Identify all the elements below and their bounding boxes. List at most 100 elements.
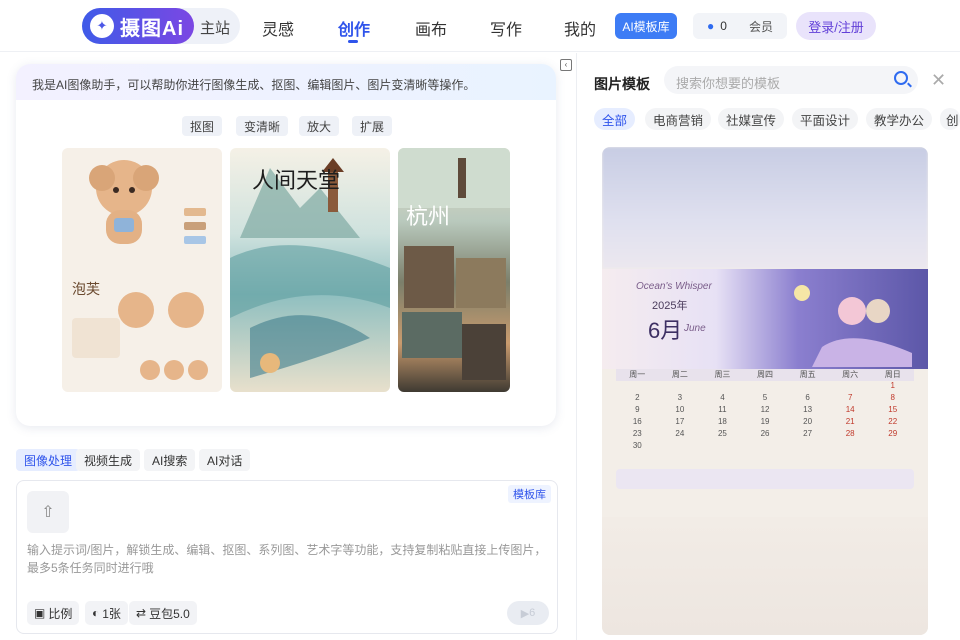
quick-action-expand[interactable]: 扩展: [352, 116, 393, 136]
nav-item-inspiration[interactable]: 灵感: [262, 16, 294, 40]
weekday-label: 周三: [714, 370, 731, 379]
sample-image-landscape[interactable]: 人间天堂: [230, 148, 390, 392]
quick-action-upscale[interactable]: 放大: [299, 116, 340, 136]
category-all[interactable]: 全部: [594, 108, 636, 130]
calendar-day: 14: [845, 405, 855, 414]
category-ecommerce[interactable]: 电商营销: [645, 108, 712, 130]
mermaid-illustration: [794, 285, 912, 367]
sample-image-poodle[interactable]: 泡芙: [62, 148, 222, 392]
category-social-media[interactable]: 社媒宣传: [718, 108, 785, 130]
calendar-day: [659, 441, 702, 453]
calendar-day: [744, 381, 787, 393]
send-button[interactable]: ▶ 6: [507, 601, 549, 625]
calendar-footer: [616, 469, 914, 489]
count-label: 1张: [102, 606, 121, 621]
prompt-composer[interactable]: 模板库 ⇧ 输入提示词/图片，解锁生成、编辑、抠图、系列图、艺术字等功能，支持复…: [16, 480, 558, 634]
weekday-label: 周日: [884, 370, 901, 379]
calendar-day: 1: [890, 381, 895, 390]
calendar-day: 8: [890, 393, 895, 402]
calendar-day: 19: [760, 417, 770, 426]
template-search-input[interactable]: 搜索你想要的模板: [664, 66, 918, 94]
calendar-week-row: 9 10 11 12 13 14 15: [616, 405, 914, 417]
nav-item-create[interactable]: 创作: [338, 16, 370, 40]
quick-action-cutout[interactable]: 抠图: [182, 116, 223, 136]
nav-item-writing[interactable]: 写作: [490, 16, 522, 40]
quick-action-enhance[interactable]: 变清晰: [236, 116, 289, 136]
home-link[interactable]: 主站: [200, 17, 230, 38]
calendar-day: [829, 441, 872, 453]
calendar-day: [701, 441, 744, 453]
active-nav-indicator: [348, 40, 358, 43]
weekday-label: 周四: [757, 370, 774, 379]
calendar-day: 18: [717, 417, 727, 426]
calendar-day: [829, 381, 872, 393]
send-icon: ▶: [520, 607, 530, 620]
collapse-panel-icon[interactable]: ‹: [560, 59, 572, 71]
swap-icon: ⇄: [136, 606, 147, 620]
logo-icon: ✦: [90, 14, 114, 38]
logo-text: 摄图Ai: [120, 17, 184, 40]
city-collage: 杭州: [398, 148, 510, 380]
login-register-button[interactable]: 登录/注册: [796, 12, 876, 40]
close-icon[interactable]: ✕: [931, 70, 946, 91]
template-card-calendar[interactable]: Ocean's Whisper 2025年 6月 June 周一 周二 周三 周…: [602, 147, 928, 635]
tab-ai-chat[interactable]: AI对话: [199, 449, 251, 471]
calendar-day: [786, 441, 829, 453]
calendar-weeks: 1 2 3 4 5 6 7 8 9 10 11 12 13 14 15 16 17 18 19 20 21 22 23 24 2…: [616, 381, 914, 453]
vip-label: 会员: [748, 19, 773, 34]
prompt-input[interactable]: 输入提示词/图片，解锁生成、编辑、抠图、系列图、艺术字等功能，支持复制粘贴直接上…: [27, 541, 551, 577]
ai-template-library-button[interactable]: AI模板库: [615, 13, 677, 39]
upload-button[interactable]: ⇧: [27, 491, 69, 533]
model-button[interactable]: ⇄ 豆包5.0: [129, 601, 197, 625]
calendar-day: 16: [632, 417, 642, 426]
tab-video-generation[interactable]: 视频生成: [76, 449, 141, 471]
calendar-day: 22: [888, 417, 898, 426]
calendar-day: [871, 441, 914, 453]
assistant-intro: 我是AI图像助手，可以帮助你进行图像生成、抠图、编辑图片、图片变清晰等操作。: [16, 64, 556, 100]
panel-divider: [576, 53, 577, 640]
calendar-day: 17: [675, 417, 685, 426]
calendar-month: 6月: [648, 318, 683, 343]
count-button[interactable]: ◐ 1张: [85, 601, 128, 625]
tab-ai-search[interactable]: AI搜索: [144, 449, 196, 471]
tab-image-processing[interactable]: 图像处理: [16, 449, 81, 471]
calendar-hero: Ocean's Whisper 2025年 6月 June: [602, 269, 928, 369]
calendar-day: 11: [718, 405, 727, 414]
calendar-day: 24: [675, 429, 685, 438]
points-and-vip[interactable]: ● 0 会员: [693, 13, 787, 39]
ratio-button[interactable]: ▣ 比例: [27, 601, 80, 625]
calendar-year: 2025年: [652, 300, 688, 312]
category-teaching-office[interactable]: 教学办公: [866, 108, 933, 130]
calendar-day: 12: [760, 405, 770, 414]
weekday-label: 周二: [671, 370, 688, 379]
assistant-card: 我是AI图像助手，可以帮助你进行图像生成、抠图、编辑图片、图片变清晰等操作。 抠…: [16, 64, 556, 426]
poodle-illustration: 泡芙: [72, 160, 208, 380]
category-graphic-design[interactable]: 平面设计: [792, 108, 859, 130]
category-more[interactable]: 创: [940, 108, 960, 130]
weekday-label: 周一: [629, 370, 646, 379]
template-library-link[interactable]: 模板库: [508, 485, 551, 503]
logo[interactable]: ✦ 摄图Ai: [82, 8, 194, 44]
calendar-day: [744, 441, 787, 453]
model-label: 豆包5.0: [149, 606, 190, 621]
calendar-day: 2: [635, 393, 640, 402]
points-value: 0: [720, 19, 727, 33]
logo-group: ✦ 摄图Ai 主站: [82, 8, 240, 44]
upload-icon: ⇧: [41, 504, 55, 521]
calendar-day: 3: [677, 393, 683, 402]
template-card-blur-bottom: [602, 517, 928, 635]
calendar-day: 5: [762, 393, 768, 402]
count-icon: ◐: [92, 606, 100, 620]
nav-item-canvas[interactable]: 画布: [415, 16, 447, 40]
search-icon[interactable]: [894, 71, 908, 85]
template-panel-title: 图片模板: [594, 76, 650, 92]
calendar-day: 13: [803, 405, 813, 414]
calendar-day: 23: [632, 429, 642, 438]
calendar-day: [616, 381, 659, 393]
sample-image-city[interactable]: 杭州: [398, 148, 510, 392]
calendar-month-en: June: [684, 323, 706, 334]
calendar-week-row: 23 24 25 26 27 28 29: [616, 429, 914, 441]
calendar-day: 27: [803, 429, 813, 438]
poodle-title: 泡芙: [72, 281, 100, 297]
nav-item-mine[interactable]: 我的: [564, 16, 596, 40]
